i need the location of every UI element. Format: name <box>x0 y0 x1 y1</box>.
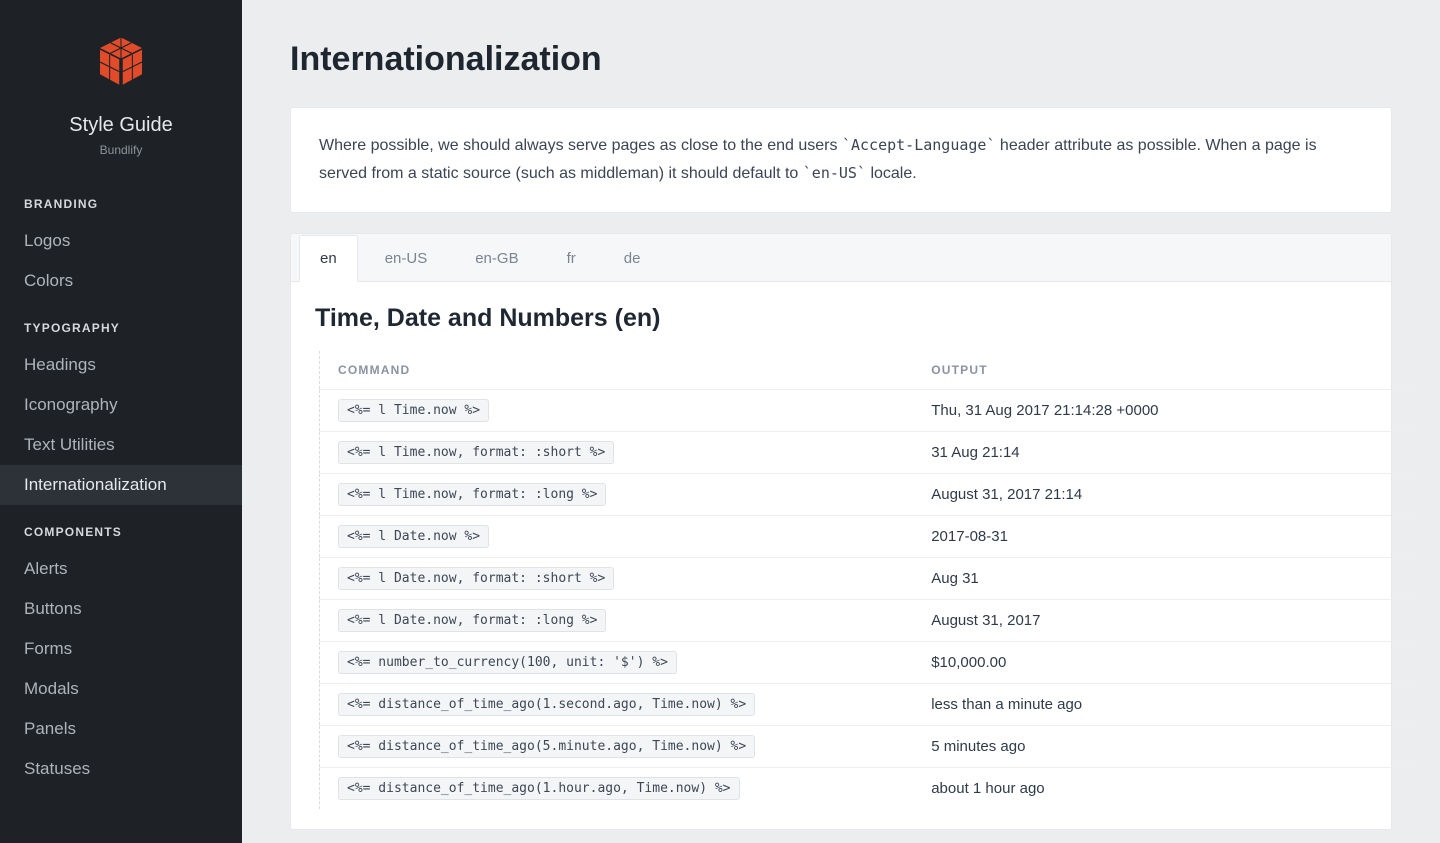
tab-fr[interactable]: fr <box>546 235 597 282</box>
output-value: Aug 31 <box>913 558 1419 600</box>
sidebar-subtitle: Bundlify <box>0 137 242 177</box>
brand-logo <box>0 0 242 90</box>
sidebar-item-headings[interactable]: Headings <box>0 345 242 385</box>
output-value: less than a minute ago <box>913 684 1419 726</box>
sidebar-section-label: TYPOGRAPHY <box>0 301 242 345</box>
sidebar-item-modals[interactable]: Modals <box>0 669 242 709</box>
examples-table: COMMAND OUTPUT <%= l Time.now %> Thu, 31 … <box>319 351 1419 809</box>
table-row: <%= l Date.now, format: :long %> August 3… <box>320 600 1420 642</box>
tab-en-us[interactable]: en-US <box>364 235 449 282</box>
table-row: <%= distance_of_time_ago(1.hour.ago, Tim… <box>320 768 1420 810</box>
table-row: <%= l Date.now, format: :short %> Aug 31 <box>320 558 1420 600</box>
table-row: <%= l Time.now %> Thu, 31 Aug 2017 21:14:… <box>320 390 1420 432</box>
intro-text: Where possible, we should always serve p… <box>319 137 842 154</box>
command-code: <%= l Time.now %> <box>338 399 489 422</box>
command-code: <%= number_to_currency(100, unit: '$') %… <box>338 651 677 674</box>
command-code: <%= distance_of_time_ago(1.second.ago, T… <box>338 693 755 716</box>
sidebar-section-label: BRANDING <box>0 177 242 221</box>
table-row: <%= l Date.now %> 2017-08-31 <box>320 516 1420 558</box>
sidebar-item-logos[interactable]: Logos <box>0 221 242 261</box>
sidebar-item-text-utilities[interactable]: Text Utilities <box>0 425 242 465</box>
sidebar-item-statuses[interactable]: Statuses <box>0 749 242 789</box>
command-code: <%= l Time.now, format: :short %> <box>338 441 614 464</box>
output-value: $10,000.00 <box>913 642 1419 684</box>
command-code: <%= distance_of_time_ago(5.minute.ago, T… <box>338 735 755 758</box>
sidebar: Style Guide Bundlify BRANDINGLogosColors… <box>0 0 242 843</box>
sidebar-item-alerts[interactable]: Alerts <box>0 549 242 589</box>
output-value: August 31, 2017 21:14 <box>913 474 1419 516</box>
table-header-command: COMMAND <box>320 351 914 390</box>
output-value: 5 minutes ago <box>913 726 1419 768</box>
command-code: <%= l Date.now %> <box>338 525 489 548</box>
command-code: <%= l Time.now, format: :long %> <box>338 483 606 506</box>
tab-en-gb[interactable]: en-GB <box>454 235 539 282</box>
locale-examples-card: enen-USen-GBfrde Time, Date and Numbers … <box>290 233 1392 830</box>
section-title: Time, Date and Numbers (en) <box>291 282 1391 343</box>
output-value: 31 Aug 21:14 <box>913 432 1419 474</box>
table-row: <%= distance_of_time_ago(1.second.ago, T… <box>320 684 1420 726</box>
sidebar-section-label: COMPONENTS <box>0 505 242 549</box>
intro-code-locale: `en-US` <box>803 164 866 182</box>
sidebar-item-colors[interactable]: Colors <box>0 261 242 301</box>
sidebar-item-internationalization[interactable]: Internationalization <box>0 465 242 505</box>
output-value: Thu, 31 Aug 2017 21:14:28 +0000 <box>913 390 1419 432</box>
output-value: August 31, 2017 <box>913 600 1419 642</box>
cube-icon <box>93 34 149 90</box>
command-code: <%= l Date.now, format: :long %> <box>338 609 606 632</box>
sidebar-item-forms[interactable]: Forms <box>0 629 242 669</box>
output-value: 2017-08-31 <box>913 516 1419 558</box>
page-title: Internationalization <box>290 40 1392 79</box>
command-code: <%= distance_of_time_ago(1.hour.ago, Tim… <box>338 777 740 800</box>
locale-tabs: enen-USen-GBfrde <box>291 234 1391 282</box>
output-value: about 1 hour ago <box>913 768 1419 810</box>
sidebar-item-panels[interactable]: Panels <box>0 709 242 749</box>
sidebar-item-buttons[interactable]: Buttons <box>0 589 242 629</box>
main-content: Internationalization Where possible, we … <box>242 0 1440 843</box>
tab-de[interactable]: de <box>603 235 662 282</box>
intro-card: Where possible, we should always serve p… <box>290 107 1392 213</box>
sidebar-item-iconography[interactable]: Iconography <box>0 385 242 425</box>
sidebar-title: Style Guide <box>0 90 242 137</box>
intro-code-accept-language: `Accept-Language` <box>842 136 996 154</box>
command-code: <%= l Date.now, format: :short %> <box>338 567 614 590</box>
table-row: <%= number_to_currency(100, unit: '$') %… <box>320 642 1420 684</box>
tab-en[interactable]: en <box>299 235 358 282</box>
intro-text: locale. <box>866 165 917 182</box>
table-row: <%= distance_of_time_ago(5.minute.ago, T… <box>320 726 1420 768</box>
table-row: <%= l Time.now, format: :short %> 31 Aug … <box>320 432 1420 474</box>
table-header-output: OUTPUT <box>913 351 1419 390</box>
table-row: <%= l Time.now, format: :long %> August 3… <box>320 474 1420 516</box>
